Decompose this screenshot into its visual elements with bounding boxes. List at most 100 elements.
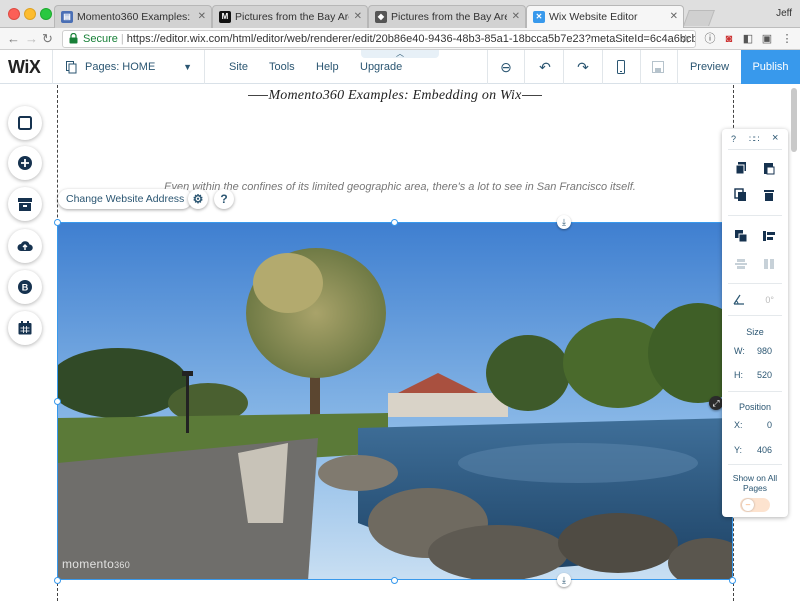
change-website-address-button[interactable]: Change Website Address xyxy=(58,189,193,209)
save-icon[interactable] xyxy=(650,59,666,75)
help-icon[interactable]: ? xyxy=(214,189,234,209)
divider xyxy=(728,315,782,316)
resize-handle[interactable] xyxy=(54,577,61,584)
pages-icon xyxy=(66,61,77,74)
browser-tab-pictures[interactable]: ◆ Pictures from the Bay Area ✕ xyxy=(368,5,526,28)
x-label: X: xyxy=(734,420,743,430)
panel-close-icon[interactable]: × xyxy=(772,132,778,144)
arrange-forward-icon[interactable] xyxy=(734,229,748,243)
upload-button[interactable] xyxy=(8,229,42,263)
bookings-button[interactable] xyxy=(8,311,42,345)
calendar-icon xyxy=(18,321,32,335)
wix-icon: ✕ xyxy=(533,11,545,23)
size-label: Size xyxy=(746,327,764,337)
medium-icon: M xyxy=(219,11,231,23)
divider xyxy=(728,283,782,284)
copy-icon[interactable] xyxy=(734,161,748,175)
rotate-angle-icon[interactable] xyxy=(732,292,746,306)
tab-title: Pictures from the Bay Area – M xyxy=(235,11,349,23)
extension-bookmark-icon[interactable]: ▣ xyxy=(760,32,774,46)
distribute-icon[interactable] xyxy=(734,257,748,271)
url-text: https://editor.wix.com/html/editor/web/r… xyxy=(126,33,696,45)
download-anchor-icon[interactable]: ⤓ xyxy=(557,573,571,587)
browser-tab-momento360[interactable]: ▤ Momento360 Examples: Embe ✕ xyxy=(54,5,212,28)
extension-pocket-icon[interactable]: ◧ xyxy=(741,32,755,46)
collapse-toolbar-handle[interactable]: ︿ xyxy=(361,50,439,58)
resize-handle[interactable] xyxy=(729,577,736,584)
x-input[interactable]: 0 xyxy=(767,420,772,430)
tab-close-icon[interactable]: ✕ xyxy=(670,6,678,28)
y-label: Y: xyxy=(734,445,743,455)
blog-button[interactable]: B xyxy=(8,270,42,304)
stretch-icon[interactable]: ⤢ xyxy=(709,396,723,410)
show-on-all-pages-toggle[interactable]: – xyxy=(740,498,770,512)
window-minimize-button[interactable] xyxy=(24,8,36,20)
divider xyxy=(728,215,782,216)
secure-label: Secure xyxy=(83,33,118,45)
undo-icon[interactable]: ↶ xyxy=(537,59,553,75)
site-title[interactable]: Momento360 Examples: Embedding on Wix xyxy=(235,88,555,104)
rotation-value[interactable]: 0° xyxy=(765,295,774,305)
height-input[interactable]: 520 xyxy=(757,370,772,380)
window-close-button[interactable] xyxy=(8,8,20,20)
preview-button[interactable]: Preview xyxy=(678,50,741,84)
bookmark-star-icon[interactable]: ☆ xyxy=(680,31,691,47)
y-input[interactable]: 406 xyxy=(757,445,772,455)
profile-name[interactable]: Jeff xyxy=(776,8,792,19)
divider xyxy=(602,50,603,84)
width-input[interactable]: 980 xyxy=(757,346,772,356)
menu-tools[interactable]: Tools xyxy=(269,50,295,84)
align-icon[interactable] xyxy=(762,229,776,243)
address-bar-row: ← → ↻ Secure | https://editor.wix.com/html… xyxy=(0,28,800,50)
back-arrow-icon[interactable]: ← xyxy=(7,30,20,48)
panel-help-icon[interactable]: ? xyxy=(731,134,736,144)
menu-site[interactable]: Site xyxy=(229,50,248,84)
divider xyxy=(524,50,525,84)
browser-menu-icon[interactable]: ⋮ xyxy=(780,32,794,46)
extension-red-icon[interactable]: ◙ xyxy=(722,32,736,46)
divider xyxy=(204,50,205,84)
height-label: H: xyxy=(734,370,743,380)
resize-handle[interactable] xyxy=(391,577,398,584)
tab-close-icon[interactable]: ✕ xyxy=(198,6,206,28)
svg-text:B: B xyxy=(22,283,29,293)
duplicate-icon[interactable] xyxy=(734,188,748,202)
download-anchor-icon[interactable]: ⤓ xyxy=(557,215,571,229)
browser-tab-wix-editor[interactable]: ✕ Wix Website Editor ✕ xyxy=(526,5,684,28)
panorama-image xyxy=(58,223,732,579)
paste-icon[interactable] xyxy=(762,161,776,175)
chevron-down-icon: ▼ xyxy=(183,62,192,72)
menu-help[interactable]: Help xyxy=(316,50,339,84)
url-input[interactable]: Secure | https://editor.wix.com/html/edito… xyxy=(62,30,696,48)
trash-icon[interactable] xyxy=(762,188,776,202)
divider xyxy=(640,50,641,84)
page-scrollbar[interactable] xyxy=(791,88,797,152)
publish-button[interactable]: Publish xyxy=(741,50,800,84)
window-maximize-button[interactable] xyxy=(40,8,52,20)
info-icon[interactable]: ⓘ xyxy=(703,32,717,46)
tab-close-icon[interactable]: ✕ xyxy=(512,6,520,28)
app-market-button[interactable] xyxy=(8,187,42,221)
doc-icon: ▤ xyxy=(61,11,73,23)
gear-icon[interactable]: ⚙ xyxy=(188,189,208,209)
forward-arrow-icon[interactable]: → xyxy=(25,30,38,48)
panorama-embed[interactable] xyxy=(57,222,733,580)
resize-handle[interactable] xyxy=(54,398,61,405)
wix-logo[interactable]: WiX xyxy=(8,57,41,77)
redo-icon[interactable]: ↷ xyxy=(575,59,591,75)
add-tool-button[interactable] xyxy=(8,146,42,180)
background-tool-button[interactable] xyxy=(8,106,42,140)
divider xyxy=(728,149,782,150)
browser-tab-medium[interactable]: M Pictures from the Bay Area – M ✕ xyxy=(212,5,368,28)
tab-title: Wix Website Editor xyxy=(549,11,638,23)
new-tab-button[interactable] xyxy=(683,10,715,26)
pages-dropdown[interactable]: Pages: HOME ▼ xyxy=(64,50,204,84)
match-size-icon[interactable] xyxy=(762,257,776,271)
drag-handle-icon[interactable]: ∷∷ xyxy=(749,134,760,145)
resize-handle[interactable] xyxy=(391,219,398,226)
zoom-out-icon[interactable]: ⊖ xyxy=(498,59,514,75)
reload-icon[interactable]: ↻ xyxy=(42,30,53,48)
tab-close-icon[interactable]: ✕ xyxy=(354,6,362,28)
resize-handle[interactable] xyxy=(54,219,61,226)
mobile-view-icon[interactable] xyxy=(613,59,629,75)
